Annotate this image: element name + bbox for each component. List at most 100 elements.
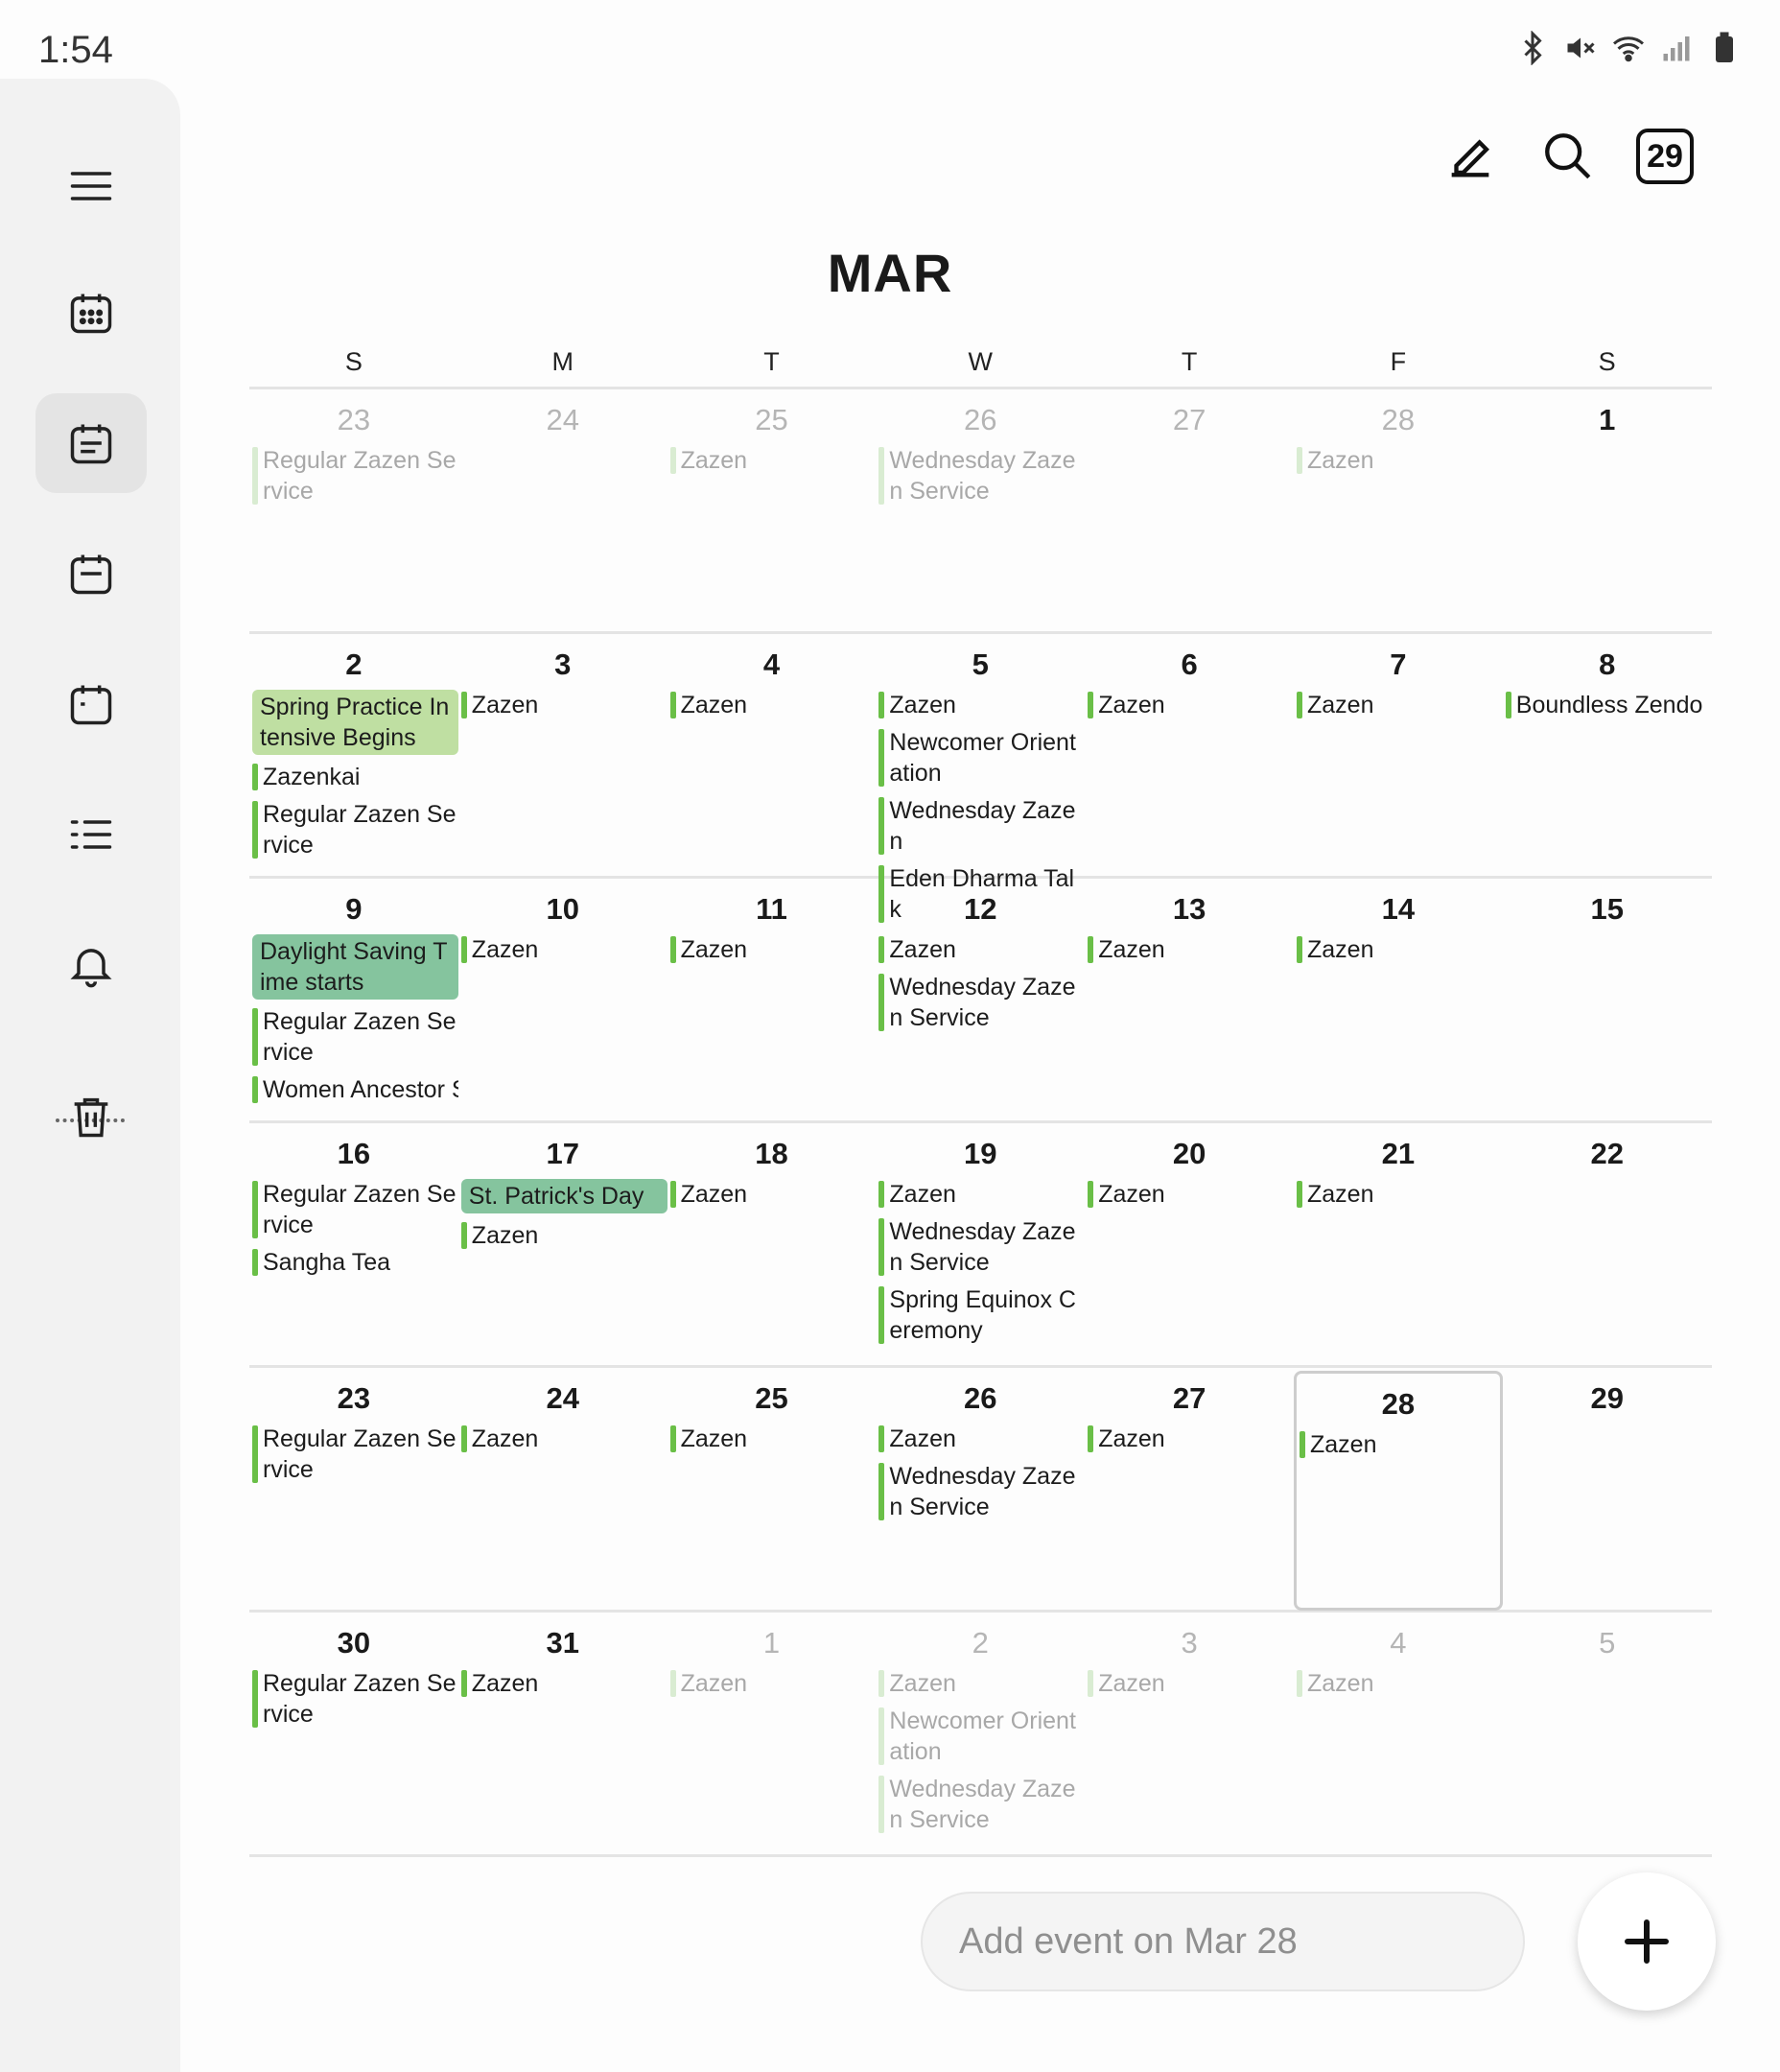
- day-cell[interactable]: 21 Zazen: [1294, 1123, 1503, 1365]
- event-chip[interactable]: Regular Zazen Service: [252, 1668, 458, 1730]
- event-chip[interactable]: Boundless Zendo: [1505, 690, 1712, 720]
- day-cell-selected[interactable]: 28 Zazen: [1294, 1371, 1503, 1611]
- sidebar-item-day-view[interactable]: [35, 524, 147, 624]
- event-chip[interactable]: Women Ancestor Service: [252, 1074, 458, 1105]
- event-chip[interactable]: Zazen: [669, 445, 877, 476]
- day-cell[interactable]: 1: [1503, 389, 1712, 631]
- event-chip[interactable]: Zazen: [1297, 934, 1503, 965]
- day-cell[interactable]: 19 Zazen Wednesday Zazen Service Spring Equ…: [876, 1123, 1085, 1365]
- day-cell[interactable]: 2 Zazen Newcomer Orientation Wednesday Zaze…: [876, 1613, 1085, 1854]
- day-cell[interactable]: 1 Zazen: [668, 1613, 877, 1854]
- day-cell[interactable]: 6 Zazen: [1085, 634, 1294, 876]
- search-button[interactable]: [1538, 127, 1598, 186]
- day-cell[interactable]: 18 Zazen: [668, 1123, 877, 1365]
- event-chip[interactable]: Wednesday Zazen Service: [878, 1774, 1085, 1835]
- day-cell[interactable]: 23 Regular Zazen Service: [249, 389, 458, 631]
- day-cell[interactable]: 15: [1503, 879, 1712, 1120]
- event-chip[interactable]: Wednesday Zazen Service: [878, 1216, 1085, 1278]
- day-cell[interactable]: 22: [1503, 1123, 1712, 1365]
- event-chip[interactable]: Zazen: [669, 1668, 877, 1699]
- event-chip[interactable]: Zazen: [1088, 1424, 1294, 1454]
- day-cell[interactable]: 31 Zazen: [458, 1613, 668, 1854]
- event-chip[interactable]: Sangha Tea: [252, 1247, 458, 1278]
- event-chip[interactable]: Zazenkai: [252, 762, 458, 792]
- event-chip[interactable]: Zazen: [1297, 445, 1503, 476]
- event-chip[interactable]: Zazen: [669, 690, 877, 720]
- event-chip[interactable]: Newcomer Orientation: [878, 727, 1085, 789]
- day-cell[interactable]: 25 Zazen: [668, 389, 877, 631]
- sidebar-item-reminders[interactable]: [35, 915, 147, 1015]
- add-event-button[interactable]: [1578, 1872, 1716, 2011]
- event-chip[interactable]: Zazen: [1088, 1179, 1294, 1210]
- event-chip[interactable]: Zazen: [878, 934, 1085, 965]
- menu-button[interactable]: [35, 136, 147, 236]
- day-cell[interactable]: 26 Wednesday Zazen Service: [876, 389, 1085, 631]
- event-chip[interactable]: Zazen: [1300, 1429, 1500, 1460]
- event-chip[interactable]: Regular Zazen Service: [252, 1179, 458, 1240]
- event-chip[interactable]: Regular Zazen Service: [252, 799, 458, 860]
- event-chip[interactable]: Zazen: [460, 934, 668, 965]
- day-cell[interactable]: 7 Zazen: [1294, 634, 1503, 876]
- day-cell[interactable]: 3 Zazen: [1085, 1613, 1294, 1854]
- event-chip[interactable]: St. Patrick's Day: [460, 1179, 668, 1213]
- day-cell[interactable]: 3 Zazen: [458, 634, 668, 876]
- day-cell[interactable]: 14 Zazen: [1294, 879, 1503, 1120]
- event-chip[interactable]: Zazen: [878, 1179, 1085, 1210]
- day-cell[interactable]: 27: [1085, 389, 1294, 631]
- day-cell[interactable]: 5 Zazen Newcomer Orientation Wednesday Zaze…: [876, 634, 1085, 923]
- event-chip[interactable]: Zazen: [1088, 1668, 1294, 1699]
- day-cell[interactable]: 8 Boundless Zendo: [1503, 634, 1712, 876]
- event-chip[interactable]: Regular Zazen Service: [252, 1424, 458, 1485]
- day-cell[interactable]: 12 Zazen Wednesday Zazen Service: [876, 879, 1085, 1120]
- day-cell[interactable]: 16 Regular Zazen Service Sangha Tea: [249, 1123, 458, 1365]
- day-cell[interactable]: 10 Zazen: [458, 879, 668, 1120]
- day-cell[interactable]: 20 Zazen: [1085, 1123, 1294, 1365]
- add-event-input[interactable]: Add event on Mar 28: [921, 1892, 1525, 1991]
- event-chip[interactable]: Zazen: [1297, 1179, 1503, 1210]
- event-chip[interactable]: Newcomer Orientation: [878, 1706, 1085, 1767]
- event-chip[interactable]: Zazen: [460, 690, 668, 720]
- day-cell[interactable]: 4 Zazen: [668, 634, 877, 876]
- day-cell[interactable]: 2 Spring Practice Intensive Begins Zazenka…: [249, 634, 458, 876]
- event-chip[interactable]: Zazen: [460, 1668, 668, 1699]
- event-chip[interactable]: Zazen: [1297, 690, 1503, 720]
- day-cell[interactable]: 9 Daylight Saving Time starts Regular Zaze…: [249, 879, 458, 1120]
- event-chip[interactable]: Zazen: [669, 1424, 877, 1454]
- day-cell[interactable]: 23 Regular Zazen Service: [249, 1368, 458, 1610]
- sidebar-item-week-view[interactable]: [35, 393, 147, 493]
- event-chip[interactable]: Spring Practice Intensive Begins: [252, 690, 458, 755]
- event-chip[interactable]: Wednesday Zazen Service: [878, 1461, 1085, 1522]
- day-cell[interactable]: 11 Zazen: [668, 879, 877, 1120]
- day-cell[interactable]: 29: [1503, 1368, 1712, 1610]
- day-cell[interactable]: 27 Zazen: [1085, 1368, 1294, 1610]
- event-chip[interactable]: Regular Zazen Service: [252, 1006, 458, 1068]
- event-chip[interactable]: Zazen: [460, 1424, 668, 1454]
- day-cell[interactable]: 4 Zazen: [1294, 1613, 1503, 1854]
- day-cell[interactable]: 30 Regular Zazen Service: [249, 1613, 458, 1854]
- event-chip[interactable]: Regular Zazen Service: [252, 445, 458, 506]
- event-chip[interactable]: Wednesday Zazen Service: [878, 445, 1085, 506]
- sidebar-item-agenda[interactable]: [35, 785, 147, 884]
- today-button[interactable]: 29: [1636, 129, 1694, 184]
- event-chip[interactable]: Zazen: [669, 934, 877, 965]
- event-chip[interactable]: Zazen: [460, 1220, 668, 1251]
- day-cell[interactable]: 17 St. Patrick's Day Zazen: [458, 1123, 668, 1365]
- event-chip[interactable]: Spring Equinox Ceremony: [878, 1284, 1085, 1346]
- event-chip[interactable]: Zazen: [669, 1179, 877, 1210]
- event-chip[interactable]: Zazen: [878, 1668, 1085, 1699]
- edit-button[interactable]: [1440, 127, 1500, 186]
- event-chip[interactable]: Wednesday Zazen: [878, 795, 1085, 857]
- event-chip[interactable]: Daylight Saving Time starts: [252, 934, 458, 1000]
- day-cell[interactable]: 24 Zazen: [458, 1368, 668, 1610]
- day-cell[interactable]: 26 Zazen Wednesday Zazen Service: [876, 1368, 1085, 1610]
- day-cell[interactable]: 25 Zazen: [668, 1368, 877, 1610]
- day-cell[interactable]: 13 Zazen: [1085, 879, 1294, 1120]
- day-cell[interactable]: 5: [1503, 1613, 1712, 1854]
- day-cell[interactable]: 24: [458, 389, 668, 631]
- event-chip[interactable]: Zazen: [1297, 1668, 1503, 1699]
- event-chip[interactable]: Zazen: [878, 1424, 1085, 1454]
- event-chip[interactable]: Zazen: [1088, 690, 1294, 720]
- event-chip[interactable]: Zazen: [1088, 934, 1294, 965]
- day-cell[interactable]: 28 Zazen: [1294, 389, 1503, 631]
- sidebar-item-trash[interactable]: [35, 1067, 147, 1166]
